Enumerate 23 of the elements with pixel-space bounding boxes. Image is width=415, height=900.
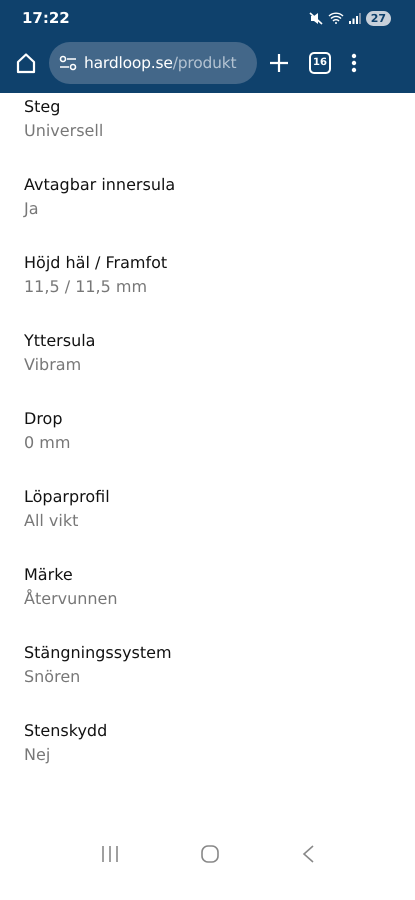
spec-label: Löparprofil <box>24 486 111 508</box>
spec-value: Återvunnen <box>24 588 119 610</box>
spec-label: Stenskydd <box>24 720 108 742</box>
spec-value: Snören <box>24 666 82 688</box>
spec-value: 0 mm <box>24 432 72 454</box>
spec-label: Märke <box>24 564 74 586</box>
status-time: 17:22 <box>22 9 70 27</box>
url-field[interactable]: hardloop.se/produkt <box>49 42 257 84</box>
spec-value: Vibram <box>24 354 82 376</box>
spec-label: Stängningssystem <box>24 642 173 664</box>
spec-value: Nej <box>24 744 52 766</box>
spec-value: Universell <box>24 120 104 142</box>
spec-label: Drop <box>24 408 64 430</box>
spec-label: Steg <box>24 96 62 118</box>
spec-label: Höjd häl / Framfot <box>24 252 168 274</box>
spec-value: 11,5 / 11,5 mm <box>24 276 148 298</box>
spec-value: All vikt <box>24 510 80 532</box>
spec-label: Yttersula <box>24 330 96 352</box>
battery-level: 27 <box>366 10 391 26</box>
spec-label: Avtagbar innersula <box>24 174 176 196</box>
spec-value: Ja <box>24 198 40 220</box>
url-text[interactable]: hardloop.se/produkt <box>84 54 236 72</box>
tab-count-button[interactable]: 16 <box>309 52 331 74</box>
